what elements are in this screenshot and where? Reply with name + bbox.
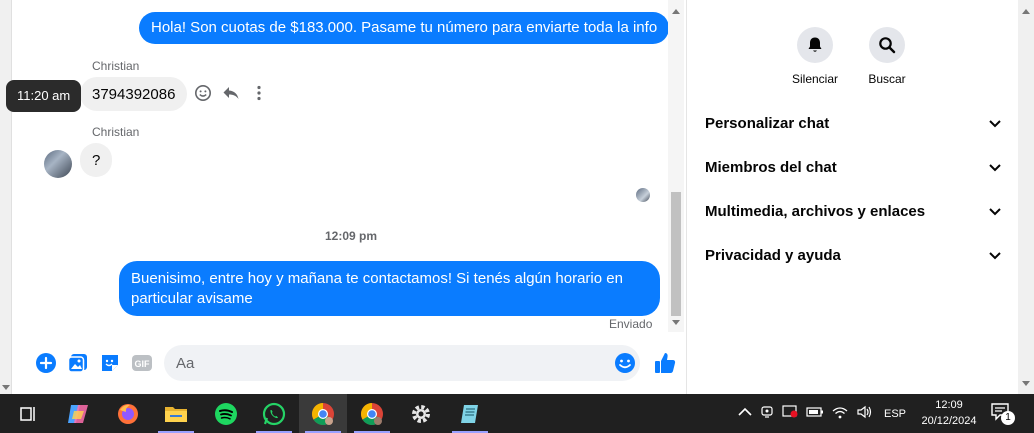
screen: Hola! Son cuotas de $183.000. Pasame tu … — [0, 0, 1034, 433]
chat-scrollbar[interactable] — [668, 0, 684, 332]
search-label: Buscar — [868, 72, 906, 86]
camera-icon[interactable] — [760, 405, 774, 422]
system-clock[interactable]: 12:09 20/12/2024 — [912, 397, 986, 429]
message-text: ? — [92, 152, 101, 169]
message-text: Buenisimo, entre hoy y mañana te contact… — [131, 270, 623, 307]
chevron-down-icon — [989, 203, 1001, 220]
scroll-down-arrow-icon[interactable] — [2, 385, 10, 390]
notification-count-badge: 1 — [1001, 411, 1015, 425]
monitor-alert-icon[interactable] — [782, 405, 798, 422]
search-action[interactable]: Buscar — [857, 27, 917, 86]
message-input[interactable] — [164, 345, 640, 381]
emoji-react-icon[interactable] — [194, 84, 212, 102]
message-incoming[interactable]: ? — [80, 143, 113, 177]
delivery-status: Enviado — [609, 317, 653, 331]
clock-time: 12:09 — [935, 399, 963, 411]
message-text: 3794392086 — [92, 86, 176, 103]
scrollbar-thumb[interactable] — [671, 192, 681, 316]
chrome-icon[interactable] — [299, 394, 347, 433]
windows-taskbar: ESP 12:09 20/12/2024 1 — [0, 394, 1034, 433]
seen-avatar — [636, 188, 650, 202]
section-privacy-help[interactable]: Privacidad y ayuda — [705, 243, 1001, 267]
spotify-icon[interactable] — [202, 394, 250, 433]
time-separator: 12:09 pm — [325, 229, 378, 243]
bell-icon[interactable] — [797, 27, 833, 63]
settings-icon[interactable] — [397, 394, 445, 433]
notepad-icon[interactable] — [446, 394, 494, 433]
battery-icon[interactable] — [806, 406, 824, 421]
file-explorer-icon[interactable] — [152, 394, 200, 433]
message-actions — [194, 84, 268, 102]
firefox-icon[interactable] — [104, 394, 152, 433]
message-outgoing[interactable]: Buenisimo, entre hoy y mañana te contact… — [119, 261, 660, 316]
message-composer: GIF — [28, 342, 684, 384]
image-icon[interactable] — [67, 352, 89, 374]
wifi-icon[interactable] — [832, 405, 848, 422]
reply-icon[interactable] — [222, 84, 240, 102]
section-label: Privacidad y ayuda — [705, 246, 841, 264]
chevron-down-icon — [989, 159, 1001, 176]
scroll-down-arrow-icon[interactable] — [672, 320, 680, 325]
task-view-icon[interactable] — [4, 394, 52, 433]
chrome-profile-icon[interactable] — [348, 394, 396, 433]
chevron-down-icon — [989, 247, 1001, 264]
more-options-icon[interactable] — [250, 84, 268, 102]
message-outgoing[interactable]: Hola! Son cuotas de $183.000. Pasame tu … — [139, 12, 670, 44]
chat-info-panel: Silenciar Buscar Personalizar chat Miemb… — [687, 0, 1017, 394]
gif-icon[interactable]: GIF — [131, 352, 153, 374]
clock-date: 20/12/2024 — [921, 415, 977, 427]
message-input-box[interactable] — [164, 345, 640, 381]
avatar[interactable] — [44, 150, 72, 178]
section-label: Personalizar chat — [705, 114, 830, 132]
notification-center-button[interactable]: 1 — [990, 402, 1020, 426]
page-scrollbar[interactable] — [0, 0, 12, 394]
message-incoming[interactable]: 3794392086 — [80, 77, 188, 111]
chevron-down-icon — [989, 115, 1001, 132]
time-tooltip: 11:20 am — [6, 80, 82, 112]
panel-scrollbar[interactable] — [1018, 0, 1034, 394]
section-chat-members[interactable]: Miembros del chat — [705, 155, 1001, 179]
mute-label: Silenciar — [791, 72, 839, 86]
volume-icon[interactable] — [856, 405, 872, 422]
language-indicator[interactable]: ESP — [884, 408, 906, 420]
search-icon[interactable] — [869, 27, 905, 63]
sender-name: Christian — [92, 125, 140, 139]
sender-name: Christian — [92, 59, 140, 73]
mute-action[interactable]: Silenciar — [785, 27, 845, 86]
sticker-icon[interactable] — [99, 352, 121, 374]
emoji-icon[interactable] — [614, 352, 636, 374]
chevron-up-icon[interactable] — [738, 407, 752, 420]
thumbs-up-icon[interactable] — [653, 351, 676, 373]
plus-circle-icon[interactable] — [35, 352, 57, 374]
chat-thread: Hola! Son cuotas de $183.000. Pasame tu … — [28, 0, 684, 394]
section-media-files-links[interactable]: Multimedia, archivos y enlaces — [705, 199, 1001, 223]
section-label: Multimedia, archivos y enlaces — [705, 202, 926, 220]
scroll-down-arrow-icon[interactable] — [1022, 381, 1030, 386]
system-tray: ESP — [738, 394, 906, 433]
whatsapp-icon[interactable] — [250, 394, 298, 433]
message-text: Hola! Son cuotas de $183.000. Pasame tu … — [151, 19, 658, 36]
copilot-icon[interactable] — [54, 394, 102, 433]
scroll-up-arrow-icon[interactable] — [672, 9, 680, 14]
section-customize-chat[interactable]: Personalizar chat — [705, 111, 1001, 135]
gif-label: GIF — [135, 359, 151, 369]
section-label: Miembros del chat — [705, 158, 837, 176]
scroll-up-arrow-icon[interactable] — [1022, 9, 1030, 14]
